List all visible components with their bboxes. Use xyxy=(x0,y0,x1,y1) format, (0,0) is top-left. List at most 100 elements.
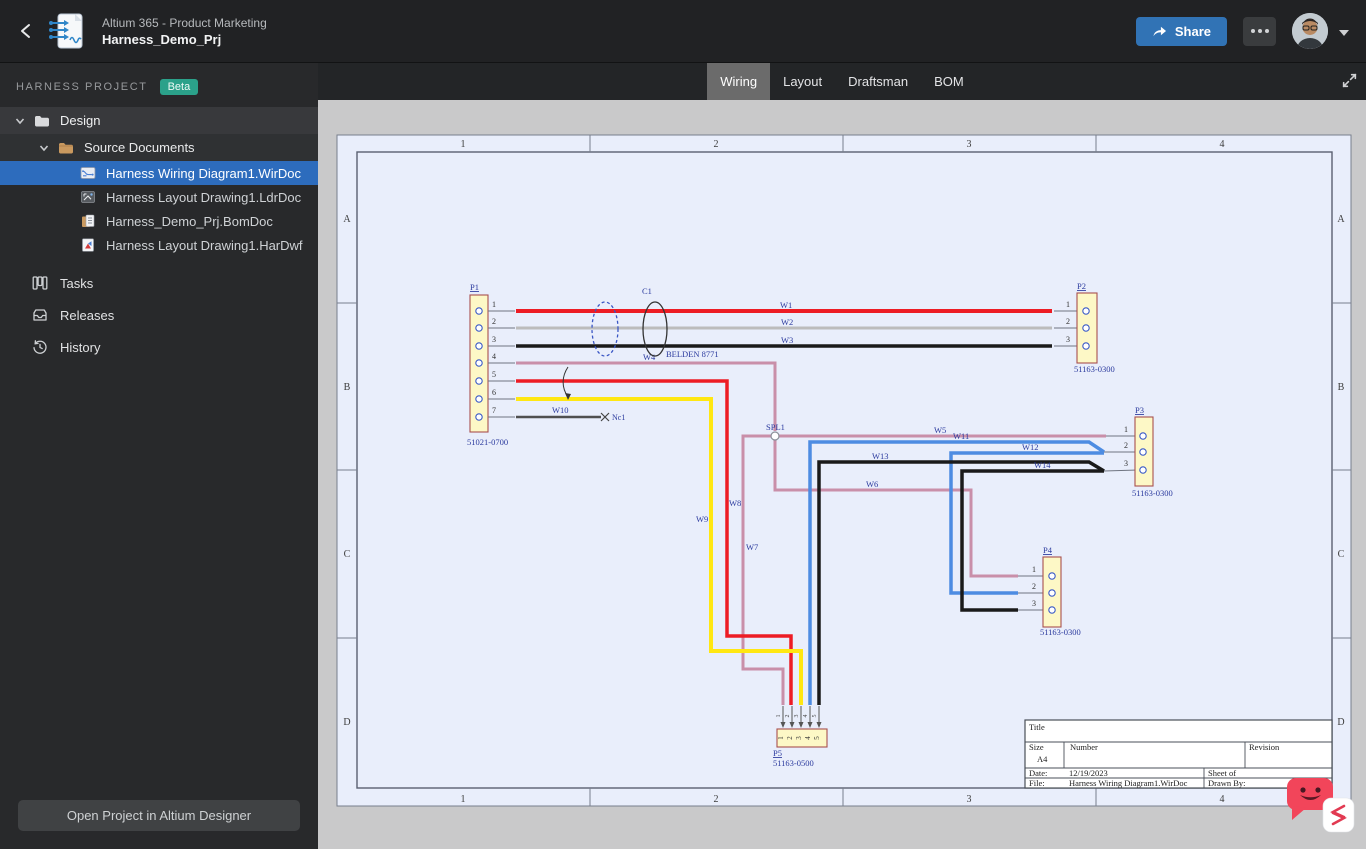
tree-node-label: Design xyxy=(60,113,101,128)
sidebar-item-history[interactable]: History xyxy=(0,331,318,363)
zone-row-label: D xyxy=(343,717,350,728)
workspace-title: Altium 365 - Product Marketing xyxy=(102,15,267,30)
tab-draftsman[interactable]: Draftsman xyxy=(835,63,921,100)
pin xyxy=(475,342,483,350)
tab-bom[interactable]: BOM xyxy=(921,63,977,100)
pin xyxy=(1082,307,1090,315)
sidebar-item-tasks[interactable]: Tasks xyxy=(0,267,318,299)
zone-row-label: C xyxy=(1338,549,1345,560)
wire-label: W8 xyxy=(729,498,741,508)
tree-file-bomdoc[interactable]: Harness_Demo_Prj.BomDoc xyxy=(0,209,318,233)
pin-number: 3 xyxy=(492,335,496,344)
zone-row-label: B xyxy=(1338,382,1345,393)
pin-number: 1 xyxy=(1032,565,1036,574)
pin xyxy=(475,413,483,421)
connector-ref: P1 xyxy=(470,282,479,292)
tree-node-source-documents[interactable]: Source Documents xyxy=(0,134,318,161)
schematic-canvas[interactable]: 1 1 2 2 3 3 4 4 A A B B C C D D W1 W2 W3 W4 W5 W6 W7 W8 W9 W10 W11… xyxy=(318,100,1366,849)
drawn-by-label: Drawn By: xyxy=(1208,778,1246,788)
pin-number: 4 xyxy=(804,736,812,740)
zone-column-label: 2 xyxy=(714,794,719,805)
pin xyxy=(1139,432,1147,440)
beta-badge: Beta xyxy=(159,79,199,95)
pin-number: 3 xyxy=(1066,335,1070,344)
sidebar-section-label: HARNESS PROJECT xyxy=(16,81,148,93)
pin-number: 6 xyxy=(492,388,496,397)
sheet-outline xyxy=(336,134,1352,807)
pin-number: 5 xyxy=(492,370,496,379)
tab-wiring[interactable]: Wiring xyxy=(707,63,771,100)
avatar[interactable] xyxy=(1292,13,1328,49)
tree-file-label: Harness_Demo_Prj.BomDoc xyxy=(106,213,273,229)
tree-node-label: Source Documents xyxy=(84,140,195,155)
back-button[interactable] xyxy=(12,17,40,45)
share-icon xyxy=(1153,26,1166,37)
fullscreen-button[interactable] xyxy=(1339,72,1359,92)
zone-column-label: 4 xyxy=(1220,794,1225,805)
date-value: 12/19/2023 xyxy=(1069,768,1108,778)
folder-icon xyxy=(35,115,49,126)
sidebar-item-releases[interactable]: Releases xyxy=(0,299,318,331)
open-in-altium-designer-button[interactable]: Open Project in Altium Designer xyxy=(18,800,300,831)
connector-part-number: 51163-0300 xyxy=(1040,627,1081,637)
folder-icon xyxy=(59,142,73,153)
title-label: Title xyxy=(1029,722,1045,732)
bomdoc-icon xyxy=(82,214,95,227)
pin-number: 3 xyxy=(1124,459,1128,468)
user-menu-caret[interactable] xyxy=(1336,23,1352,39)
pin xyxy=(475,377,483,385)
connector-part-number: 51163-0300 xyxy=(1132,488,1173,498)
zone-row-label: A xyxy=(1337,214,1345,225)
more-button[interactable] xyxy=(1243,16,1276,46)
releases-inbox-icon xyxy=(33,309,47,321)
pin xyxy=(475,324,483,332)
wire-label: W7 xyxy=(746,542,758,552)
pin-number: 7 xyxy=(492,406,496,415)
tree-file-ldrdoc[interactable]: Harness Layout Drawing1.LdrDoc xyxy=(0,185,318,209)
sidebar-item-label: Releases xyxy=(60,307,115,323)
support-chat-widget xyxy=(1280,772,1366,838)
pin xyxy=(475,395,483,403)
wire-label: W3 xyxy=(781,335,793,345)
zone-column-label: 4 xyxy=(1220,139,1225,150)
pin xyxy=(1082,342,1090,350)
revision-label: Revision xyxy=(1249,742,1280,752)
expand-icon xyxy=(1342,73,1356,88)
file-value: Harness Wiring Diagram1.WirDoc xyxy=(1069,778,1188,788)
zone-row-label: B xyxy=(344,382,351,393)
tree-file-label: Harness Wiring Diagram1.WirDoc xyxy=(106,165,302,181)
pin xyxy=(1139,466,1147,474)
tree-node-design[interactable]: Design xyxy=(0,107,318,134)
connector-part-number: 51163-0500 xyxy=(773,758,814,768)
share-button[interactable]: Share xyxy=(1135,16,1227,46)
tasks-board-icon xyxy=(32,276,48,290)
wire-label: W10 xyxy=(552,405,569,415)
connector-ref: P4 xyxy=(1043,545,1053,555)
ldrdoc-icon xyxy=(81,191,95,203)
pin-number: 1 xyxy=(777,736,785,740)
pin-number: 1 xyxy=(1066,300,1070,309)
tree-file-wirdoc[interactable]: Harness Wiring Diagram1.WirDoc xyxy=(0,161,318,185)
zone-column-label: 3 xyxy=(967,794,972,805)
caret-down-icon xyxy=(1339,29,1349,36)
connector-ref: P3 xyxy=(1135,405,1144,415)
pin xyxy=(1048,606,1056,614)
wire-label: W11 xyxy=(953,431,969,441)
tab-layout[interactable]: Layout xyxy=(770,63,835,100)
wire-label: W6 xyxy=(866,479,878,489)
pin-number: 2 xyxy=(1066,317,1070,326)
ellipsis-icon xyxy=(1250,29,1255,33)
number-label: Number xyxy=(1070,742,1098,752)
chevron-down-icon xyxy=(39,144,49,151)
project-sidebar: HARNESS PROJECT Beta Design Source Docum… xyxy=(0,63,318,849)
zone-column-label: 3 xyxy=(967,139,972,150)
wiring-sheet[interactable]: 11223344A AB BC CD DW1W2W3W4W5W6W7W8W9W10W11… xyxy=(318,100,1366,849)
app-launcher-icon[interactable] xyxy=(1322,797,1355,833)
zone-row-label: C xyxy=(344,549,351,560)
tree-file-label: Harness Layout Drawing1.HarDwf xyxy=(106,237,303,253)
tree-file-hardwf[interactable]: Harness Layout Drawing1.HarDwf xyxy=(0,233,318,257)
pin xyxy=(1048,572,1056,580)
pin-number: 1 xyxy=(1124,425,1128,434)
pin-number: 5 xyxy=(812,715,818,718)
connector-part-number: 51163-0300 xyxy=(1074,364,1115,374)
